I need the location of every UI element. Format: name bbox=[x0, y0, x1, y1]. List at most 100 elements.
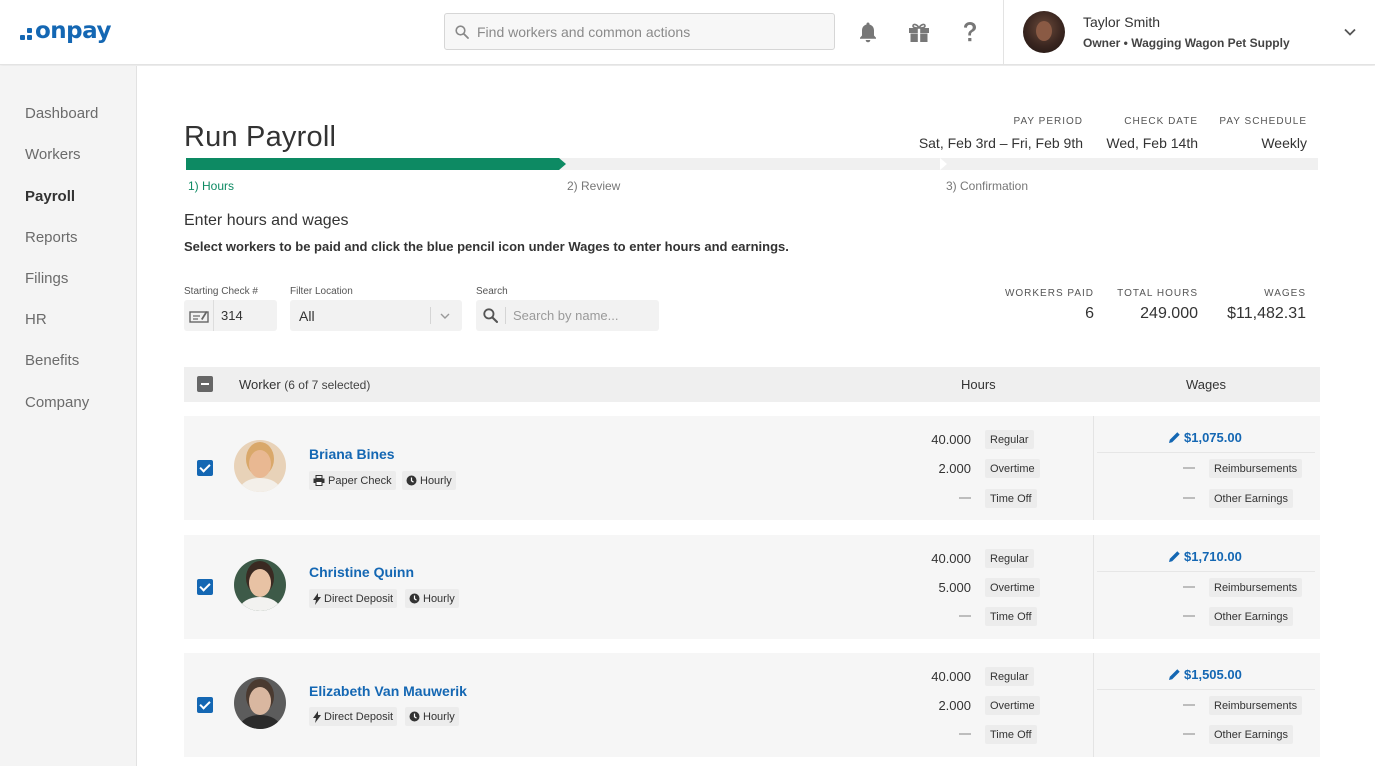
section-title: Enter hours and wages bbox=[184, 212, 349, 229]
other-earnings-empty-dash[interactable] bbox=[1183, 497, 1195, 499]
logo-mark-icon bbox=[20, 28, 32, 40]
column-divider bbox=[1093, 535, 1094, 639]
worker-name-link[interactable]: Christine Quinn bbox=[309, 564, 414, 580]
worker-search-input[interactable] bbox=[513, 308, 653, 323]
worker-name-link[interactable]: Briana Bines bbox=[309, 446, 395, 462]
row-checkbox[interactable] bbox=[197, 460, 213, 476]
clock-icon bbox=[406, 475, 417, 486]
step-hours: 1) Hours bbox=[188, 179, 235, 193]
pay-type-label: Hourly bbox=[420, 474, 452, 487]
regular-hours-label: Regular bbox=[985, 667, 1034, 686]
wage-edit-link[interactable]: $1,710.00 bbox=[1168, 549, 1242, 564]
overtime-hours-value[interactable]: 2.000 bbox=[911, 461, 971, 476]
overtime-hours-value[interactable]: 5.000 bbox=[911, 580, 971, 595]
select-all-checkbox[interactable] bbox=[197, 376, 213, 392]
help-icon[interactable] bbox=[958, 20, 982, 44]
sidebar-item-workers[interactable]: Workers bbox=[25, 146, 81, 163]
progress-fill bbox=[186, 158, 559, 170]
pay-method-badge: Paper Check bbox=[309, 471, 396, 490]
clock-icon bbox=[409, 593, 420, 604]
other-earnings-label: Other Earnings bbox=[1209, 489, 1293, 508]
lightning-icon bbox=[313, 592, 321, 605]
regular-hours-label: Regular bbox=[985, 430, 1034, 449]
wage-divider bbox=[1097, 689, 1315, 690]
gift-icon[interactable] bbox=[907, 20, 931, 44]
wages-value: $11,482.31 bbox=[1227, 305, 1306, 322]
wage-amount: $1,505.00 bbox=[1184, 667, 1242, 682]
reimbursements-label: Reimbursements bbox=[1209, 578, 1303, 597]
progress-arrow bbox=[559, 158, 566, 170]
top-header: onpay Taylor Smith Owner • Wagging Wagon… bbox=[0, 0, 1375, 65]
sidebar-item-filings[interactable]: Filings bbox=[25, 270, 68, 287]
global-search[interactable] bbox=[444, 13, 835, 50]
sidebar-item-payroll[interactable]: Payroll bbox=[25, 188, 75, 205]
reimbursement-empty-dash[interactable] bbox=[1183, 467, 1195, 469]
user-name[interactable]: Taylor Smith bbox=[1083, 14, 1160, 30]
table-row: Briana Bines Paper Check Hourly 40.000 R… bbox=[184, 416, 1320, 520]
pencil-icon bbox=[1169, 551, 1180, 562]
wage-edit-link[interactable]: $1,505.00 bbox=[1168, 667, 1242, 682]
workers-paid-value: 6 bbox=[1085, 305, 1094, 322]
wage-edit-link[interactable]: $1,075.00 bbox=[1168, 430, 1242, 445]
table-header: Worker (6 of 7 selected) Hours Wages bbox=[184, 367, 1320, 402]
sidebar-item-reports[interactable]: Reports bbox=[25, 229, 78, 246]
timeoff-hours-label: Time Off bbox=[985, 725, 1037, 744]
reimbursement-empty-dash[interactable] bbox=[1183, 704, 1195, 706]
pay-method-label: Direct Deposit bbox=[324, 710, 394, 723]
payroll-progress-bar bbox=[186, 158, 1318, 170]
worker-column-header: Worker (6 of 7 selected) bbox=[239, 377, 370, 392]
worker-name-link[interactable]: Elizabeth Van Mauwerik bbox=[309, 683, 467, 699]
starting-check-field[interactable]: 314 bbox=[184, 300, 277, 331]
sidebar-item-company[interactable]: Company bbox=[25, 394, 89, 411]
pay-period-label: PAY PERIOD bbox=[1013, 116, 1083, 127]
filter-location-label: Filter Location bbox=[290, 286, 353, 297]
overtime-hours-label: Overtime bbox=[985, 578, 1040, 597]
wages-column-header: Wages bbox=[1186, 377, 1226, 392]
pay-method-label: Direct Deposit bbox=[324, 592, 394, 605]
reimbursement-empty-dash[interactable] bbox=[1183, 586, 1195, 588]
header-divider bbox=[1003, 0, 1004, 65]
row-checkbox[interactable] bbox=[197, 579, 213, 595]
search-icon bbox=[483, 308, 498, 323]
user-avatar[interactable] bbox=[1023, 11, 1065, 53]
timeoff-empty-dash[interactable] bbox=[959, 733, 971, 735]
sidebar-item-hr[interactable]: HR bbox=[25, 311, 47, 328]
onpay-logo[interactable]: onpay bbox=[20, 18, 111, 44]
regular-hours-value[interactable]: 40.000 bbox=[911, 669, 971, 684]
worker-search[interactable] bbox=[476, 300, 659, 331]
worker-avatar bbox=[234, 440, 286, 492]
workers-paid-label: WORKERS PAID bbox=[1004, 288, 1094, 299]
timeoff-empty-dash[interactable] bbox=[959, 497, 971, 499]
table-row: Elizabeth Van Mauwerik Direct Deposit Ho… bbox=[184, 653, 1320, 757]
section-instructions: Select workers to be paid and click the … bbox=[184, 239, 789, 254]
sidebar-item-dashboard[interactable]: Dashboard bbox=[25, 105, 98, 122]
sidebar-item-benefits[interactable]: Benefits bbox=[25, 352, 79, 369]
other-earnings-empty-dash[interactable] bbox=[1183, 615, 1195, 617]
global-search-input[interactable] bbox=[477, 23, 817, 40]
other-earnings-empty-dash[interactable] bbox=[1183, 733, 1195, 735]
starting-check-value: 314 bbox=[221, 308, 243, 323]
regular-hours-value[interactable]: 40.000 bbox=[911, 551, 971, 566]
pay-method-badge: Direct Deposit bbox=[309, 589, 398, 608]
filter-location-select[interactable]: All bbox=[290, 300, 462, 331]
starting-check-label: Starting Check # bbox=[184, 286, 258, 297]
pay-method-badge: Direct Deposit bbox=[309, 707, 398, 726]
chevron-down-icon[interactable] bbox=[1343, 25, 1357, 44]
regular-hours-value[interactable]: 40.000 bbox=[911, 432, 971, 447]
bell-icon[interactable] bbox=[856, 20, 880, 44]
wage-divider bbox=[1097, 571, 1315, 572]
wage-divider bbox=[1097, 452, 1315, 453]
row-checkbox[interactable] bbox=[197, 697, 213, 713]
timeoff-empty-dash[interactable] bbox=[959, 615, 971, 617]
overtime-hours-value[interactable]: 2.000 bbox=[911, 698, 971, 713]
column-divider bbox=[1093, 653, 1094, 757]
wages-label: WAGES bbox=[1264, 288, 1306, 299]
logo-wordmark: onpay bbox=[35, 18, 111, 44]
check-date-label: CHECK DATE bbox=[1124, 116, 1198, 127]
timeoff-hours-label: Time Off bbox=[985, 489, 1037, 508]
page-title: Run Payroll bbox=[184, 121, 337, 153]
main-content: Run Payroll PAY PERIOD Sat, Feb 3rd – Fr… bbox=[137, 66, 1375, 766]
timeoff-hours-label: Time Off bbox=[985, 607, 1037, 626]
sidebar: Dashboard Workers Payroll Reports Filing… bbox=[0, 66, 137, 766]
search-divider bbox=[505, 307, 506, 324]
